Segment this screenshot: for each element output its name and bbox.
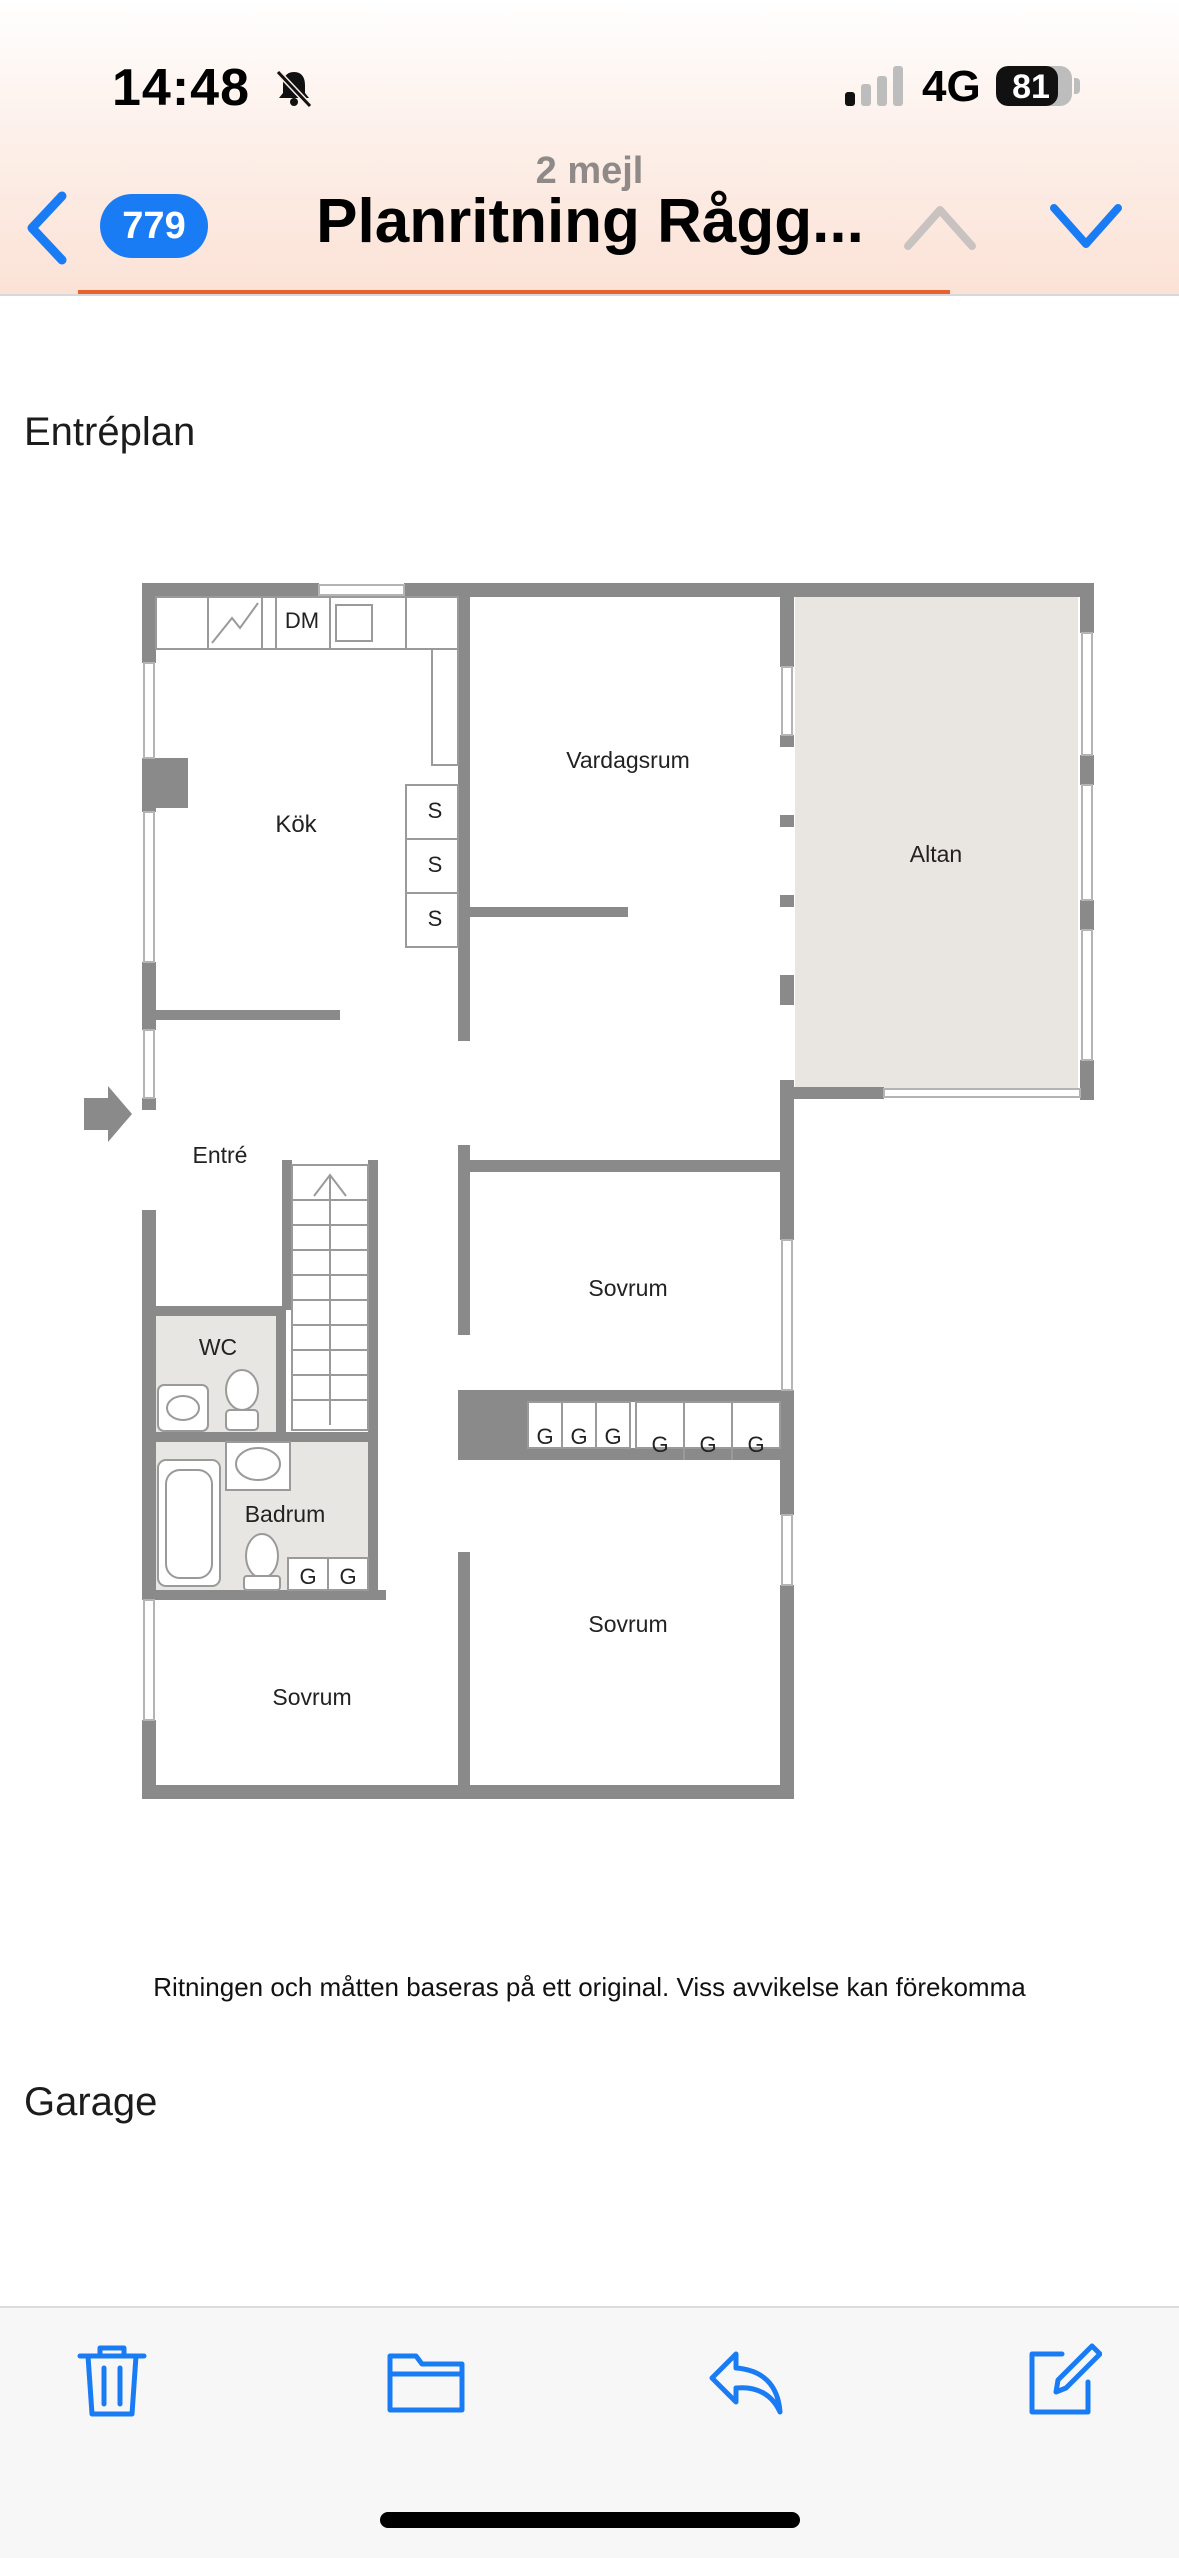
label-g2: G	[570, 1424, 587, 1449]
stairs	[291, 1164, 369, 1431]
label-g4: G	[651, 1432, 668, 1457]
label-sovrum-left: Sovrum	[272, 1684, 351, 1710]
network-type: 4G	[922, 62, 981, 111]
back-chevron-icon[interactable]	[22, 190, 72, 266]
label-altan: Altan	[910, 841, 962, 867]
label-entre: Entré	[193, 1142, 248, 1168]
label-kok: Kök	[275, 811, 317, 838]
label-s3: S	[428, 906, 443, 931]
load-progress-bar	[78, 290, 950, 294]
label-g5: G	[699, 1432, 716, 1457]
label-g1: G	[536, 1424, 553, 1449]
battery-icon: 81	[996, 66, 1072, 106]
disclaimer-text: Ritningen och måtten baseras på ett orig…	[153, 1972, 1026, 2002]
label-g7: G	[299, 1564, 316, 1589]
section-title-garage: Garage	[24, 2080, 158, 2124]
label-wc: WC	[199, 1334, 237, 1360]
signal-icon	[845, 66, 907, 106]
bell-muted-icon	[275, 69, 313, 109]
home-indicator	[380, 2512, 800, 2528]
trash-icon[interactable]	[72, 2340, 152, 2420]
label-sovrum-lower: Sovrum	[588, 1611, 667, 1637]
next-message-icon[interactable]	[1046, 198, 1126, 254]
label-badrum: Badrum	[245, 1501, 326, 1527]
message-title: Planritning Rågg...	[316, 187, 864, 256]
label-g3: G	[604, 1424, 621, 1449]
label-g8: G	[339, 1564, 356, 1589]
kitchen-fixtures	[155, 596, 459, 948]
battery-tip	[1074, 78, 1080, 94]
unread-count-badge[interactable]: 779	[100, 194, 208, 258]
entry-arrow	[84, 1086, 132, 1142]
label-s1: S	[428, 798, 443, 823]
floor-plan: DM Kök Vardagsrum Altan Entré WC Badrum …	[84, 583, 1094, 1799]
folder-icon[interactable]	[386, 2340, 466, 2420]
label-sovrum-upper: Sovrum	[588, 1275, 667, 1301]
status-time: 14:48	[112, 59, 250, 117]
previous-message-icon[interactable]	[900, 198, 980, 254]
label-vardagsrum: Vardagsrum	[566, 747, 690, 773]
section-title-entreplan: Entréplan	[24, 410, 196, 454]
battery-percent: 81	[1012, 68, 1050, 106]
compose-icon[interactable]	[1022, 2340, 1102, 2420]
label-dm: DM	[285, 608, 319, 633]
label-s2: S	[428, 852, 443, 877]
reply-icon[interactable]	[706, 2340, 786, 2420]
label-g6: G	[747, 1432, 764, 1457]
